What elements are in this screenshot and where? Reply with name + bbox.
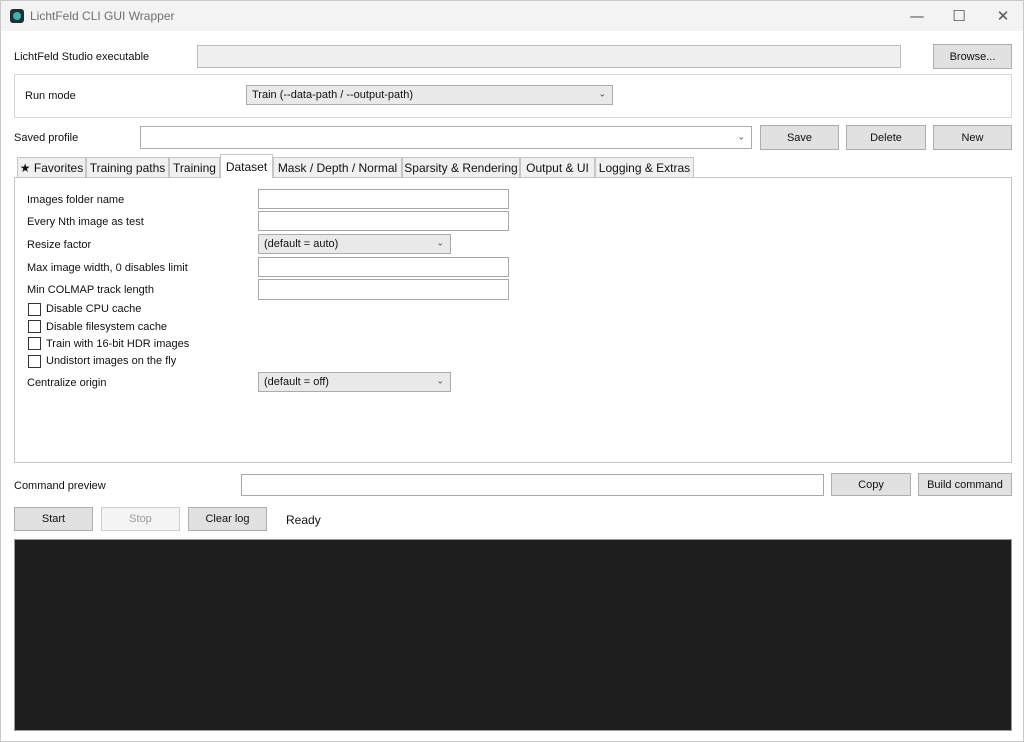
every-nth-input[interactable] [258,211,509,231]
browse-button[interactable]: Browse... [933,44,1012,69]
tab-logging-extras[interactable]: Logging & Extras [595,157,694,177]
disable-cpu-cache-checkbox[interactable] [28,303,41,316]
disable-filesystem-cache-label[interactable]: Disable filesystem cache [46,321,167,333]
save-profile-button[interactable]: Save [760,125,839,150]
delete-profile-button[interactable]: Delete [846,125,926,150]
max-width-input[interactable] [258,257,509,277]
centralize-origin-label: Centralize origin [27,377,107,389]
hdr-images-label[interactable]: Train with 16-bit HDR images [46,338,189,350]
command-preview-label: Command preview [14,480,106,492]
hdr-images-checkbox[interactable] [28,337,41,350]
window-title: LichtFeld CLI GUI Wrapper [30,9,175,23]
tab-favorites[interactable]: ★ Favorites [17,157,86,177]
tab-output-ui[interactable]: Output & UI [520,157,595,177]
new-profile-button[interactable]: New [933,125,1012,150]
saved-profile-label: Saved profile [14,132,79,144]
undistort-images-checkbox[interactable] [28,355,41,368]
chevron-down-icon: ⌄ [436,376,444,387]
copy-command-button[interactable]: Copy [831,473,911,496]
executable-label: LichtFeld Studio executable [14,51,150,63]
run-mode-selected-value: Train (--data-path / --output-path) [252,89,413,101]
dataset-tab-panel [14,177,1012,463]
saved-profile-select[interactable]: ⌄ [140,126,752,149]
undistort-images-label[interactable]: Undistort images on the fly [46,355,176,367]
build-command-button[interactable]: Build command [918,473,1012,496]
centralize-origin-selected-value: (default = off) [264,376,329,388]
resize-factor-select[interactable]: (default = auto) ⌄ [258,234,451,254]
disable-cpu-cache-label[interactable]: Disable CPU cache [46,303,141,315]
run-mode-label: Run mode [25,90,76,102]
tab-dataset[interactable]: Dataset [220,154,273,178]
close-icon[interactable]: ✕ [981,1,1024,31]
chevron-down-icon: ⌄ [436,238,444,249]
resize-factor-label: Resize factor [27,239,92,251]
app-logo-icon [10,9,24,23]
command-preview-field[interactable] [241,474,824,496]
run-mode-select[interactable]: Train (--data-path / --output-path) ⌄ [246,85,613,105]
centralize-origin-select[interactable]: (default = off) ⌄ [258,372,451,392]
clear-log-button[interactable]: Clear log [188,507,267,531]
tab-training-paths[interactable]: Training paths [86,157,169,177]
stop-button[interactable]: Stop [101,507,180,531]
min-track-input[interactable] [258,279,509,300]
chevron-down-icon: ⌄ [737,132,745,142]
images-folder-input[interactable] [258,189,509,209]
start-button[interactable]: Start [14,507,93,531]
status-text: Ready [286,513,321,527]
min-track-label: Min COLMAP track length [27,284,154,296]
log-output[interactable] [14,539,1012,731]
tab-sparsity-rendering[interactable]: Sparsity & Rendering [402,157,520,177]
tab-training[interactable]: Training [169,157,220,177]
title-bar[interactable]: LichtFeld CLI GUI Wrapper — ☐ ✕ [1,1,1023,31]
executable-path-field[interactable] [197,45,901,68]
maximize-icon[interactable]: ☐ [937,1,981,31]
minimize-icon[interactable]: — [895,1,939,31]
disable-filesystem-cache-checkbox[interactable] [28,320,41,333]
every-nth-label: Every Nth image as test [27,216,144,228]
tab-mask-depth-normal[interactable]: Mask / Depth / Normal [273,157,402,177]
chevron-down-icon: ⌄ [598,89,606,100]
max-width-label: Max image width, 0 disables limit [27,262,188,274]
resize-factor-selected-value: (default = auto) [264,238,339,250]
app-window: LichtFeld CLI GUI Wrapper — ☐ ✕ LichtFel… [0,0,1024,742]
images-folder-label: Images folder name [27,194,125,206]
